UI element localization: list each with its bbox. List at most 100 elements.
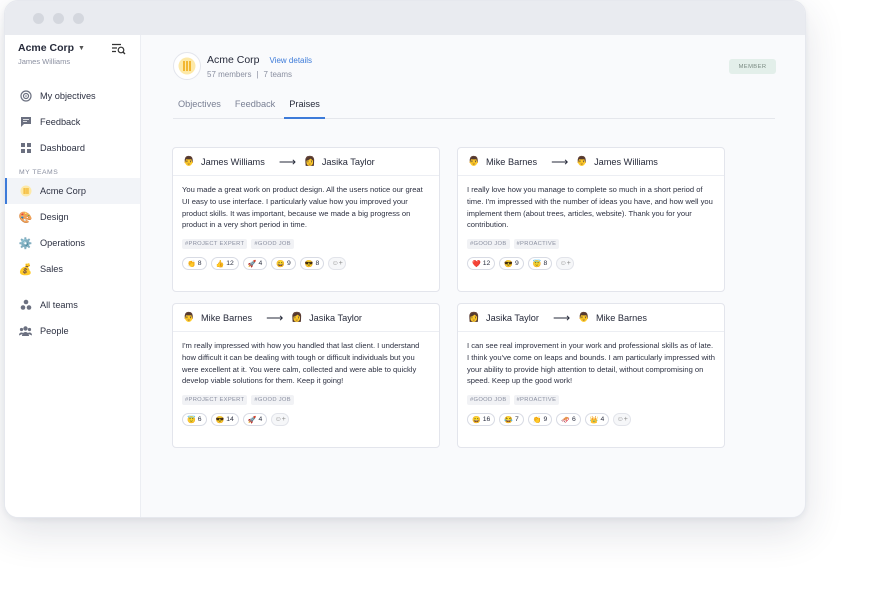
reaction[interactable]: 👏 8 [182, 257, 207, 270]
praise-to: Jasika Taylor [321, 156, 375, 167]
window-close-dot[interactable] [33, 12, 44, 24]
palette-icon: 🎨 [18, 211, 33, 224]
tag[interactable]: #PROACTIVE [513, 239, 560, 249]
avatar: 👩 [468, 312, 480, 322]
reaction-count: 4 [258, 260, 263, 267]
reaction[interactable]: 😄 16 [467, 413, 496, 426]
grid-icon [19, 142, 32, 155]
nav-item-team-operations[interactable]: ⚙️ Operations [5, 230, 140, 256]
add-reaction-icon[interactable]: ☺+ [613, 413, 632, 426]
add-reaction-icon[interactable]: ☺+ [556, 257, 575, 270]
nav-label: My objectives [40, 91, 96, 101]
reaction[interactable]: 😎 9 [499, 257, 524, 270]
praise-card: 👨 Mike Barnes ⟶ 👨 James Williams I really … [457, 147, 725, 292]
thumbs-up-icon: 👍 [215, 260, 225, 268]
reaction[interactable]: 👑 4 [584, 413, 610, 426]
praise-message: I'm really impressed with how you handle… [182, 341, 420, 386]
nav-item-my-objectives[interactable]: My objectives [5, 83, 140, 109]
laugh-icon: 😂 [504, 416, 513, 424]
sunglasses-icon: 😎 [215, 416, 225, 424]
praise-card: 👩 Jasika Taylor ⟶ 👨 Mike Barnes I can see … [457, 303, 725, 448]
people-icon [19, 325, 32, 338]
add-reaction-icon[interactable]: ☺+ [271, 413, 290, 426]
members-count: 57 members [207, 69, 252, 79]
nav-item-team-sales[interactable]: 💰 Sales [5, 256, 140, 282]
reaction-count: 4 [258, 416, 263, 423]
gear-icon: ⚙️ [18, 237, 33, 250]
clap-icon: 👏 [532, 416, 542, 424]
heart-icon: ❤️ [472, 260, 481, 268]
reaction-count: 14 [226, 416, 234, 423]
reaction-count: 9 [543, 416, 548, 423]
nav-item-feedback[interactable]: Feedback [5, 109, 140, 135]
avatar: 👩 [304, 156, 316, 166]
sidebar: Acme Corp ▼ James Williams My objectives … [5, 35, 141, 517]
tag[interactable]: #PROACTIVE [513, 395, 560, 405]
nav-item-people[interactable]: People [5, 318, 140, 344]
rocket-icon: 🚀 [247, 260, 257, 268]
crown-icon: 👑 [589, 416, 599, 424]
org-title: Acme Corp [207, 53, 260, 66]
nav-label: People [40, 326, 69, 336]
praise-from: James Williams [201, 156, 265, 167]
halo-icon: 😇 [187, 416, 196, 424]
reaction[interactable]: 😎 14 [210, 413, 239, 426]
list-search-icon[interactable] [112, 43, 126, 55]
sled-icon: 🛷 [561, 416, 570, 424]
smile-icon: 😄 [276, 260, 285, 268]
avatar: 👨 [183, 312, 195, 322]
reaction[interactable]: 😄 9 [271, 257, 296, 270]
sunglasses-icon: 😎 [504, 260, 513, 268]
nav-item-team-acme-corp[interactable]: Acme Corp [5, 178, 140, 204]
avatar: 👨 [578, 312, 590, 322]
reaction[interactable]: ❤️ 12 [467, 257, 496, 270]
add-reaction-icon[interactable]: ☺+ [328, 257, 347, 270]
tab-feedback[interactable]: Feedback [230, 93, 280, 118]
reaction[interactable]: 🛷 6 [556, 413, 581, 426]
nav-item-all-teams[interactable]: All teams [5, 292, 140, 318]
money-bag-icon: 💰 [18, 263, 33, 276]
reaction-count: 9 [287, 260, 291, 267]
tag[interactable]: #PROJECT EXPERT [182, 239, 248, 249]
reaction-count: 9 [515, 260, 519, 267]
tag[interactable]: #GOOD JOB [251, 395, 294, 405]
app-window: Acme Corp ▼ James Williams My objectives … [4, 0, 806, 518]
reaction[interactable]: 😇 8 [527, 257, 553, 270]
praise-from: Mike Barnes [201, 312, 253, 323]
reaction-count: 16 [482, 416, 491, 423]
window-minimize-dot[interactable] [53, 12, 64, 24]
view-details-link[interactable]: View details [270, 56, 313, 65]
reaction-count: 4 [600, 416, 605, 423]
praise-card: 👨 James Williams ⟶ 👩 Jasika Taylor You mad… [172, 147, 440, 292]
tag[interactable]: #GOOD JOB [467, 239, 510, 249]
teams-icon [19, 299, 32, 312]
praise-to: Jasika Taylor [309, 312, 362, 323]
nav-item-dashboard[interactable]: Dashboard [5, 135, 140, 161]
reaction-count: 12 [226, 260, 234, 267]
reaction[interactable]: 👍 12 [210, 257, 239, 270]
praise-message: I really love how you manage to complete… [467, 185, 713, 230]
arrow-right-icon: ⟶ [551, 154, 569, 169]
title-bar [5, 1, 805, 35]
reaction[interactable]: 😎 8 [299, 257, 325, 270]
target-icon [19, 90, 32, 103]
reaction-count: 8 [543, 260, 548, 267]
tab-praises[interactable]: Praises [284, 93, 325, 119]
sunglasses-icon: 😎 [304, 260, 314, 268]
nav-item-team-design[interactable]: 🎨 Design [5, 204, 140, 230]
nav-label: Design [40, 212, 69, 222]
reaction[interactable]: 🚀 4 [242, 413, 268, 426]
window-maximize-dot[interactable] [73, 12, 84, 24]
reaction[interactable]: 😂 7 [499, 413, 524, 426]
reaction[interactable]: 😇 6 [182, 413, 207, 426]
tag[interactable]: #GOOD JOB [467, 395, 510, 405]
tag[interactable]: #GOOD JOB [251, 239, 294, 249]
reaction-count: 8 [315, 260, 320, 267]
org-logo-icon [173, 52, 201, 80]
reaction[interactable]: 👏 9 [527, 413, 553, 426]
nav-label: Feedback [40, 117, 81, 127]
reaction-count: 8 [197, 260, 202, 267]
tab-objectives[interactable]: Objectives [173, 93, 226, 118]
reaction[interactable]: 🚀 4 [242, 257, 268, 270]
tag[interactable]: #PROJECT EXPERT [182, 395, 248, 405]
